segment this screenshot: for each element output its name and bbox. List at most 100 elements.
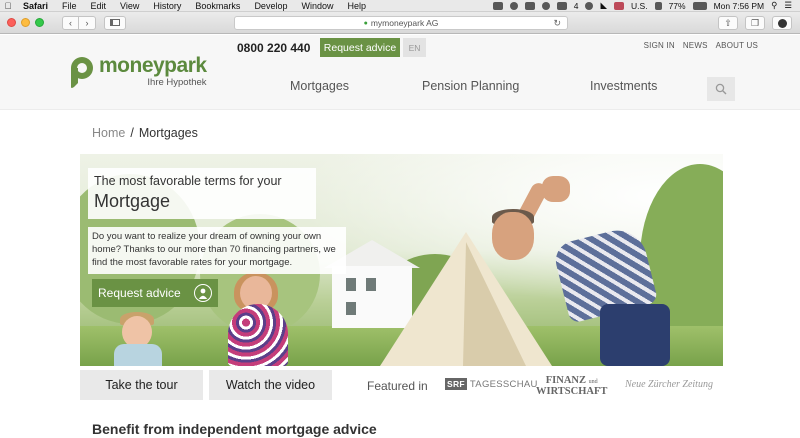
downloads-button[interactable] [772,16,792,30]
tabs-icon: ❐ [750,17,760,28]
site-search-button[interactable] [707,77,735,101]
site-header: moneypark Ihre Hypothek 0800 220 440 Req… [0,35,800,110]
tray-app-icon[interactable] [541,1,550,10]
press-logo-nzz[interactable]: Neue Zürcher Zeitung [625,379,713,390]
hero-boy-body [114,344,162,366]
srf-mark: SRF [445,378,467,390]
flag-icon[interactable] [614,1,625,10]
status-tray: 4 ◣ U.S. 77% Mon 7:56 PM ⚲ ☰ [492,0,800,11]
bluetooth-icon[interactable] [585,1,594,10]
toolbar-right: ⇧ ❐ [718,16,792,30]
tray-app-icon[interactable] [509,1,518,10]
back-button[interactable]: ‹ [62,15,79,30]
tray-app-icon[interactable] [524,1,535,10]
featured-in-label: Featured in [367,379,428,393]
top-links: SIGN IN NEWS ABOUT US [644,41,758,50]
hero-description: Do you want to realize your dream of own… [88,227,346,274]
house-window [366,278,376,291]
nav-pension-planning[interactable]: Pension Planning [422,79,519,93]
download-icon [777,18,787,28]
address-text: mymoneypark AG [370,18,439,28]
tray-app-icon[interactable] [492,1,503,10]
window-controls [7,18,44,27]
tabs-overview-button[interactable]: ❐ [745,16,765,30]
volume-icon[interactable] [654,1,662,10]
forward-button[interactable]: › [79,15,96,30]
close-window-button[interactable] [7,18,16,27]
hero-teepee-shade [463,242,526,366]
breadcrumb-current: Mortgages [138,126,198,140]
battery-percent[interactable]: 77% [669,1,686,11]
share-button[interactable]: ⇧ [718,16,738,30]
breadcrumb-separator: / [130,126,134,140]
minimize-window-button[interactable] [21,18,30,27]
macos-menu-bar:  Safari File Edit View History Bookmark… [0,0,800,12]
logo-text: moneypark Ihre Hypothek [99,54,207,88]
list-icon[interactable]: ☰ [784,0,792,11]
hero-man-legs [600,304,670,366]
language-switch[interactable]: EN [403,38,426,57]
srf-name: TAGESSCHAU [469,378,538,390]
menu-file[interactable]: File [55,1,84,11]
maximize-window-button[interactable] [35,18,44,27]
share-icon: ⇧ [724,17,732,28]
menu-window[interactable]: Window [294,1,340,11]
hero-title-line1: The most favorable terms for your [94,174,282,188]
benefit-heading: Benefit from independent mortgage advice [92,421,377,437]
nav-investments[interactable]: Investments [590,79,657,93]
menu-bookmarks[interactable]: Bookmarks [188,1,247,11]
lock-icon: ● [363,19,368,27]
menu-develop[interactable]: Develop [247,1,294,11]
browser-toolbar: ‹ › ● mymoneypark AG ↻ ⇧ ❐ [0,12,800,34]
press-logo-finanz-wirtschaft[interactable]: FINANZ und WIRTSCHAFT [536,375,608,397]
input-source[interactable]: U.S. [631,1,648,11]
moneypark-logo[interactable]: moneypark Ihre Hypothek [66,55,207,89]
history-nav: ‹ › [62,15,96,30]
tray-badge: 4 [573,0,579,11]
menu-view[interactable]: View [113,1,146,11]
hero-title-line2: Mortgage [94,191,171,211]
clock[interactable]: Mon 7:56 PM [714,1,765,11]
breadcrumb: Home / Mortgages [92,126,198,140]
request-advice-button[interactable]: Request advice [320,38,400,57]
house-window [346,302,356,315]
fw-line2: WIRTSCHAFT [536,386,608,397]
house-window [346,278,356,291]
sidebar-button[interactable] [104,15,126,30]
watch-video-button[interactable]: Watch the video [209,370,332,400]
hero-title-box: The most favorable terms for your Mortga… [88,168,316,219]
sidebar-icon [110,19,120,26]
chevron-left-icon: ‹ [69,17,72,28]
person-icon [194,284,212,302]
menu-help[interactable]: Help [340,1,373,11]
take-tour-button[interactable]: Take the tour [80,370,203,400]
nav-mortgages[interactable]: Mortgages [290,79,349,93]
fw-line1-text: FINANZ [545,375,587,386]
sign-in-link[interactable]: SIGN IN [644,41,675,50]
hero-cta-label: Request advice [98,286,181,300]
wifi-icon[interactable]: ◣ [600,0,607,11]
apple-menu-icon[interactable]:  [0,1,16,11]
logo-mark-icon [66,55,96,89]
search-icon[interactable]: ⚲ [771,0,777,11]
menu-edit[interactable]: Edit [84,1,114,11]
menu-history[interactable]: History [146,1,188,11]
address-bar[interactable]: ● mymoneypark AG ↻ [234,16,568,30]
phone-number[interactable]: 0800 220 440 [237,41,310,55]
about-us-link[interactable]: ABOUT US [716,41,758,50]
logo-subtitle: Ihre Hypothek [147,77,207,88]
news-link[interactable]: NEWS [683,41,708,50]
menu-app-name[interactable]: Safari [16,1,55,11]
press-logo-srf[interactable]: SRF TAGESSCHAU [445,378,538,390]
hero-title-panel: The most favorable terms for your Mortga… [88,168,316,219]
logo-name: moneypark [99,54,207,77]
hero-request-advice-button[interactable]: Request advice [92,279,218,307]
fw-small-text: und [588,379,598,385]
hero-man-head [492,212,534,260]
breadcrumb-home[interactable]: Home [92,126,125,140]
hero-man-hand [542,176,570,202]
reload-icon[interactable]: ↻ [553,18,561,29]
battery-icon[interactable] [692,1,707,10]
tray-app-icon[interactable] [556,1,567,10]
search-icon [715,83,727,95]
